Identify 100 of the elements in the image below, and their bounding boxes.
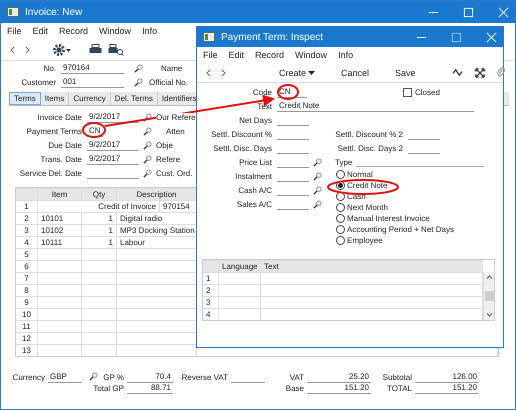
field-label: GP % xyxy=(103,373,124,382)
highlight-circle xyxy=(82,122,106,138)
customer-field[interactable]: 001 xyxy=(61,76,124,88)
field-label: Payment Terms xyxy=(26,126,82,136)
field-label: Subtotal xyxy=(382,373,412,382)
field-label: Settl. Disc. Days 2 xyxy=(338,144,403,152)
radio-button[interactable] xyxy=(336,170,345,179)
chevron-up-icon[interactable] xyxy=(486,275,492,279)
field-label: Our Refere xyxy=(156,112,196,122)
next-button[interactable] xyxy=(221,68,227,76)
menu-item[interactable]: Info xyxy=(142,26,158,36)
menu-item[interactable]: Record xyxy=(59,26,88,36)
field-label: VAT xyxy=(290,373,304,382)
radio-label: Normal xyxy=(347,170,373,179)
highlight-circle xyxy=(327,179,399,195)
scroll-thumb[interactable] xyxy=(484,291,494,301)
tab[interactable]: Terms xyxy=(9,92,41,105)
field-label: Official No. xyxy=(149,78,188,86)
footer-field[interactable]: 126.00 xyxy=(415,372,479,383)
menu-item[interactable]: Window xyxy=(295,50,328,60)
previous-button[interactable] xyxy=(205,68,211,76)
field-label: Reverse VAT xyxy=(182,373,228,382)
toolbar-button[interactable]: Cancel xyxy=(341,68,370,78)
footer-field[interactable]: 151.20 xyxy=(307,383,371,394)
magnifier-icon[interactable] xyxy=(143,140,152,150)
field-label: Settl. Discount % xyxy=(211,130,272,138)
paperclip-icon[interactable] xyxy=(496,67,505,78)
toolbar-button[interactable]: Save xyxy=(395,68,416,78)
footer-field[interactable]: 88.71 xyxy=(127,383,173,394)
menu-item[interactable]: Edit xyxy=(228,50,244,60)
footer-field[interactable]: 70.4 xyxy=(127,372,173,383)
close-icon[interactable] xyxy=(486,32,497,42)
toolbar-button[interactable]: Create xyxy=(279,68,316,78)
row-number: 13 xyxy=(16,345,38,356)
radio-label: Credit Note xyxy=(347,181,388,190)
expand-icon[interactable] xyxy=(474,68,485,78)
field-label: Net Days xyxy=(239,116,272,124)
magnifier-icon[interactable] xyxy=(313,186,322,194)
field-label: Cust. Ord. xyxy=(156,168,192,178)
field-label: Base xyxy=(286,384,304,393)
field-label: Sales A/C xyxy=(236,200,272,208)
input-field[interactable]: 9/2/2017 xyxy=(87,112,139,122)
input-field[interactable]: 9/2/2017 xyxy=(87,140,139,150)
footer-field[interactable]: GBP xyxy=(48,372,82,383)
highlight-circle xyxy=(277,84,299,100)
field-label: Atten xyxy=(166,126,185,136)
magnifier-icon[interactable] xyxy=(134,78,143,86)
magnifier-icon[interactable] xyxy=(143,168,152,178)
close-icon[interactable] xyxy=(498,6,509,18)
menu-item[interactable]: File xyxy=(7,26,22,36)
chevron-down-icon[interactable] xyxy=(486,313,492,317)
magnifier-icon[interactable] xyxy=(313,172,322,180)
scrollbar[interactable] xyxy=(483,272,494,320)
field-label: Due Date xyxy=(48,140,82,150)
input-field[interactable]: 9/2/2017 xyxy=(87,154,139,164)
row-number: 4 xyxy=(203,309,219,320)
dialog-title: Payment Term: Inspect xyxy=(221,32,324,42)
field-label: Service Del. Date xyxy=(20,168,82,178)
footer-field[interactable]: 25.20 xyxy=(307,372,371,383)
magnifier-icon[interactable] xyxy=(134,64,143,72)
radio-label: Next Month xyxy=(347,203,388,212)
magnifier-icon[interactable] xyxy=(89,372,98,381)
radio-button[interactable] xyxy=(336,192,345,201)
printer-icon[interactable] xyxy=(89,44,102,55)
radio-button[interactable] xyxy=(336,181,345,190)
menu-item[interactable]: Info xyxy=(338,50,354,60)
gear-icon[interactable] xyxy=(53,44,73,56)
window-icon xyxy=(7,7,19,17)
radio-button[interactable] xyxy=(336,236,345,245)
print-preview-icon[interactable] xyxy=(108,44,124,56)
field-label: Refere xyxy=(156,154,180,164)
window-title: Invoice: New xyxy=(25,6,84,18)
wave-icon[interactable] xyxy=(452,68,463,77)
radio-button[interactable] xyxy=(336,203,345,212)
text-field[interactable]: Credit Note xyxy=(277,100,474,112)
menu-item[interactable]: File xyxy=(203,50,218,60)
magnifier-icon[interactable] xyxy=(143,112,152,122)
menu-item[interactable]: Edit xyxy=(32,26,48,36)
radio-button[interactable] xyxy=(336,214,345,223)
radio-button[interactable] xyxy=(336,225,345,234)
field-label: Obje xyxy=(156,140,173,150)
menu-item[interactable]: Record xyxy=(255,50,284,60)
field-label: Code xyxy=(252,88,272,96)
field-label: Total GP xyxy=(93,384,124,393)
magnifier-icon[interactable] xyxy=(143,126,152,136)
menu-item[interactable]: Window xyxy=(99,26,132,36)
input-field[interactable]: CN xyxy=(87,126,103,136)
magnifier-icon[interactable] xyxy=(143,154,152,164)
field-label: Trans. Date xyxy=(40,154,82,164)
magnifier-icon[interactable] xyxy=(313,200,322,208)
code-field[interactable]: CN xyxy=(277,86,307,98)
field-label: Price List xyxy=(239,158,272,166)
next-button[interactable] xyxy=(25,46,31,54)
footer-field[interactable]: 151.20 xyxy=(415,383,479,394)
magnifier-icon[interactable] xyxy=(313,158,322,166)
field-label: Currency xyxy=(12,373,45,382)
previous-button[interactable] xyxy=(9,46,15,54)
field-label: Cash A/C xyxy=(238,186,272,194)
checkbox[interactable] xyxy=(403,88,412,96)
number-field[interactable]: 970164 xyxy=(61,62,124,74)
